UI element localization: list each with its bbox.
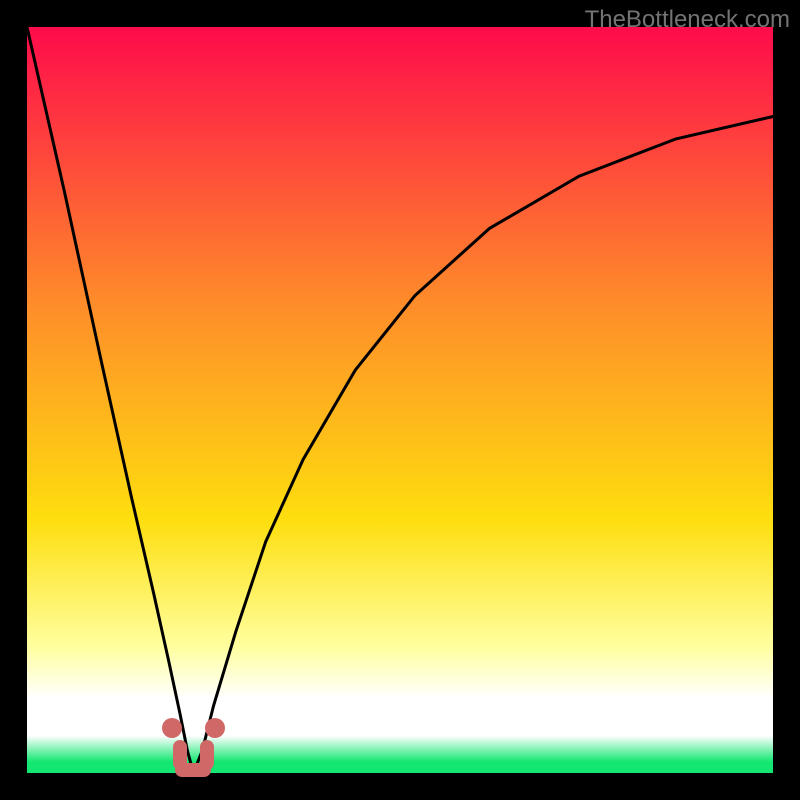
dip-bottom-seg [175, 763, 211, 777]
chart-root: TheBottleneck.com [0, 0, 800, 800]
watermark-text: TheBottleneck.com [585, 6, 790, 34]
plot-area [27, 27, 773, 773]
curve-layer [27, 27, 773, 773]
bottleneck-curve [27, 27, 773, 773]
